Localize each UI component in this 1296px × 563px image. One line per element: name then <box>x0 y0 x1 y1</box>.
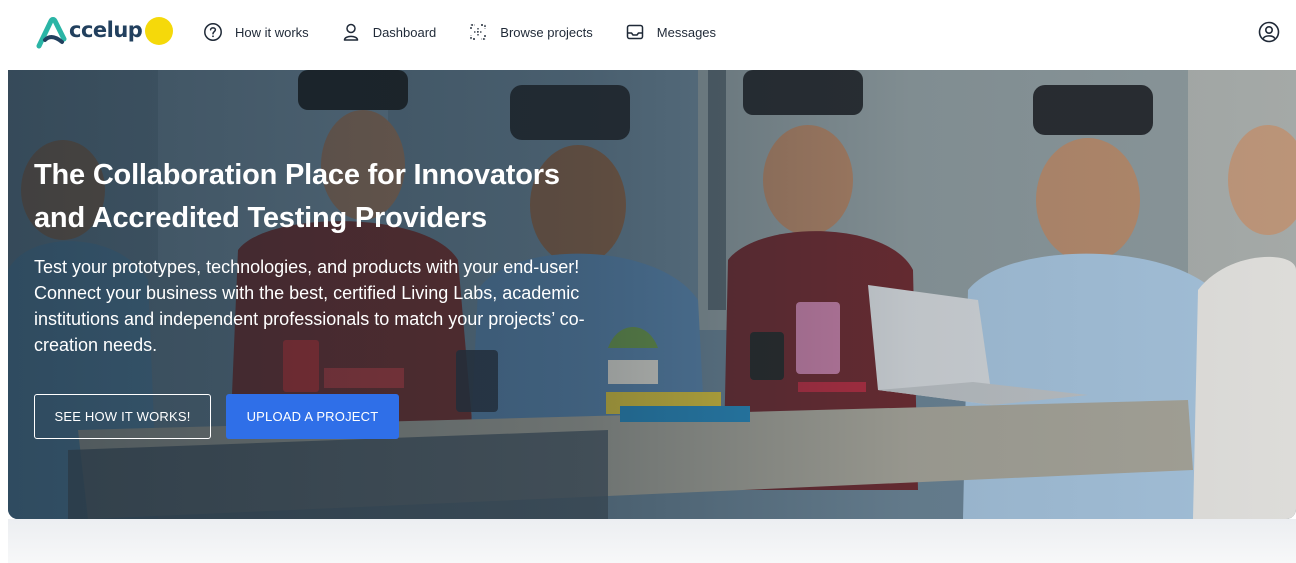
hero-banner: The Collaboration Place for Innovators a… <box>8 70 1296 519</box>
nav-item-browse-projects[interactable]: Browse projects <box>468 19 593 45</box>
hero-description: Test your prototypes, technologies, and … <box>34 257 585 355</box>
logo-network-badge <box>145 17 174 45</box>
hero-content: The Collaboration Place for Innovators a… <box>34 154 674 358</box>
accelup-logo[interactable]: ccelup <box>36 12 174 52</box>
help-circle-icon <box>204 23 222 41</box>
hero-title-line-1: The Collaboration Place for Innovators <box>34 159 560 191</box>
logo-wordmark: ccelup <box>69 18 143 42</box>
nav-label-how-it-works: How it works <box>235 24 309 40</box>
logo-a-icon <box>36 17 67 49</box>
hero-actions: SEE HOW IT WORKS! UPLOAD A PROJECT <box>34 394 399 439</box>
upload-project-button[interactable]: UPLOAD A PROJECT <box>226 394 399 439</box>
nav-item-how-it-works[interactable]: How it works <box>203 19 309 45</box>
user-icon <box>343 23 358 41</box>
see-how-it-works-button[interactable]: SEE HOW IT WORKS! <box>34 394 211 439</box>
nav-label-dashboard: Dashboard <box>372 24 437 40</box>
hero-title-line-2: and Accredited Testing Providers <box>34 202 487 234</box>
nav-item-dashboard[interactable]: Dashboard <box>341 19 437 45</box>
account-circle-icon[interactable] <box>1257 20 1281 44</box>
nav-item-messages[interactable]: Messages <box>625 19 716 45</box>
nav-label-browse-projects: Browse projects <box>500 24 593 40</box>
nav-label-messages: Messages <box>656 24 717 40</box>
focus-scan-icon <box>470 24 486 40</box>
top-navigation-bar: ccelup How it works Dashboard Browse pro… <box>0 0 1296 66</box>
inbox-icon <box>626 24 644 40</box>
hero-bottom-shadow <box>8 519 1296 563</box>
hero-title: The Collaboration Place for Innovators a… <box>34 154 674 240</box>
main-nav: How it works Dashboard Browse projects M… <box>203 19 748 45</box>
